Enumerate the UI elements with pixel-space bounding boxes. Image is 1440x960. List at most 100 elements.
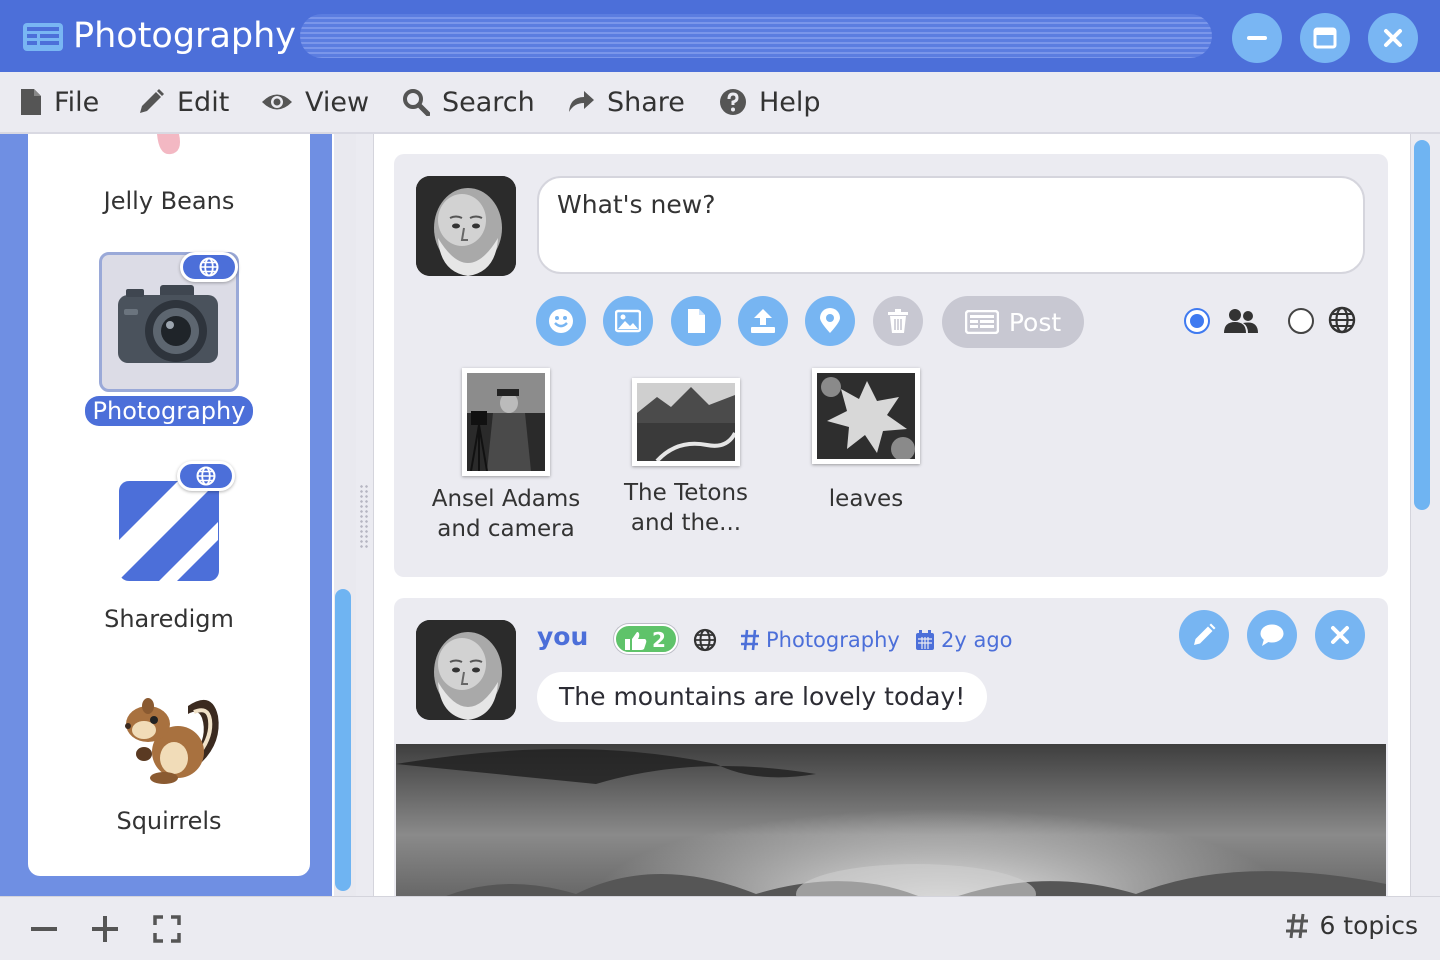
menu-search-label: Search <box>442 86 535 118</box>
app-icon <box>22 22 64 52</box>
like-badge[interactable]: 2 <box>614 624 678 654</box>
sharedigm-logo-icon <box>119 481 219 581</box>
menu-bar: File Edit View Search Share Help <box>0 72 1440 134</box>
post-time: 2y ago <box>941 628 1013 652</box>
topic-item-jelly-beans[interactable]: Jelly Beans <box>28 134 310 216</box>
menu-file[interactable]: File <box>20 72 99 132</box>
topic-item-squirrels[interactable]: Squirrels <box>28 686 310 836</box>
maximize-button[interactable] <box>1300 13 1350 63</box>
compose-input[interactable]: What's new? <box>537 176 1365 274</box>
public-badge <box>180 252 238 282</box>
attachment-label: leaves <box>828 486 904 512</box>
post-date: 2y ago <box>915 628 1013 652</box>
location-button[interactable] <box>805 296 855 346</box>
attachment-item[interactable]: The Tetons and the... <box>601 368 771 538</box>
upload-button[interactable] <box>738 296 788 346</box>
title-bar: Photography <box>0 0 1440 72</box>
avatar[interactable] <box>416 176 516 276</box>
post-card: you 2 Photography 2y ago The mountains a… <box>394 598 1388 896</box>
menu-share-label: Share <box>607 86 685 118</box>
topic-label: Sharedigm <box>104 605 234 633</box>
topic-item-sharedigm[interactable]: Sharedigm <box>28 461 310 634</box>
feed-scroll-thumb[interactable] <box>1414 140 1430 510</box>
attachment-item[interactable]: Ansel Adams and camera <box>421 368 591 544</box>
fullscreen-button[interactable] <box>151 913 183 945</box>
trash-icon <box>888 309 908 333</box>
zoom-out-button[interactable] <box>28 913 60 945</box>
minimize-button[interactable] <box>1232 13 1282 63</box>
delete-icon <box>1331 626 1349 644</box>
chipmunk-icon <box>125 698 219 784</box>
emoji-icon <box>549 309 573 333</box>
menu-edit[interactable]: Edit <box>137 72 229 132</box>
image-icon <box>615 309 641 333</box>
menu-view-label: View <box>305 86 370 118</box>
topic-list: Jelly Beans Photography Sharedigm Squirr… <box>28 134 310 876</box>
topic-icon-frame <box>99 461 239 592</box>
delete-post-button[interactable] <box>1315 610 1365 660</box>
calendar-icon <box>916 630 934 650</box>
sidebar-scrollbar[interactable] <box>334 134 356 896</box>
feed-scrollbar[interactable] <box>1410 134 1440 896</box>
feed: What's new? Post Ansel Adams and camera … <box>375 134 1410 896</box>
user-photo <box>416 176 516 276</box>
compose-placeholder: What's new? <box>557 190 716 219</box>
file-icon <box>688 309 705 333</box>
emoji-button[interactable] <box>536 296 586 346</box>
menu-view[interactable]: View <box>261 72 369 132</box>
audience-public-radio[interactable] <box>1288 308 1314 334</box>
camera-icon <box>118 285 218 363</box>
comment-button[interactable] <box>1247 610 1297 660</box>
topic-count-label: 6 topics <box>1319 911 1418 940</box>
topic-icon-frame <box>99 252 239 392</box>
attachment-item[interactable]: leaves <box>781 368 951 514</box>
edit-post-button[interactable] <box>1179 610 1229 660</box>
window-icon <box>1313 27 1337 49</box>
post-button[interactable]: Post <box>942 296 1084 348</box>
panel-splitter[interactable] <box>356 134 374 896</box>
post-topic-label: Photography <box>766 628 900 652</box>
user-photo <box>416 620 516 720</box>
add-image-button[interactable] <box>603 296 653 346</box>
post-topic[interactable]: Photography <box>740 628 900 652</box>
audience-friends-radio[interactable] <box>1184 308 1210 334</box>
clear-button[interactable] <box>873 296 923 346</box>
post-button-label: Post <box>1008 307 1062 337</box>
topic-label: Squirrels <box>116 807 222 835</box>
topic-item-photography[interactable]: Photography <box>28 252 310 426</box>
close-icon <box>1384 29 1402 47</box>
photo-thumbnail <box>637 383 737 463</box>
share-icon <box>569 91 594 112</box>
globe-icon <box>1328 306 1356 334</box>
like-count: 2 <box>652 628 666 652</box>
plus-icon <box>92 916 118 942</box>
thumbs-up-icon <box>625 632 647 650</box>
topic-label: Photography <box>84 396 254 426</box>
post-author[interactable]: you <box>537 622 588 651</box>
sidebar-scroll-thumb[interactable] <box>335 589 351 891</box>
menu-share[interactable]: Share <box>567 72 685 132</box>
avatar[interactable] <box>416 620 516 720</box>
globe-icon <box>196 466 216 486</box>
menu-help[interactable]: Help <box>719 72 821 132</box>
menu-file-label: File <box>54 86 100 118</box>
menu-search[interactable]: Search <box>402 72 535 132</box>
title-drag-handle[interactable] <box>300 14 1212 58</box>
minus-icon <box>31 927 57 931</box>
hashtag-icon <box>741 629 759 651</box>
menu-help-label: Help <box>759 86 821 118</box>
upload-icon <box>751 309 775 333</box>
post-image[interactable] <box>396 744 1386 896</box>
close-button[interactable] <box>1368 13 1418 63</box>
attachment-label: The Tetons and the... <box>623 480 749 536</box>
zoom-in-button[interactable] <box>89 913 121 945</box>
post-icon <box>964 310 999 334</box>
expand-icon <box>153 915 181 943</box>
photo-thumbnail <box>817 373 915 461</box>
globe-icon <box>199 257 219 277</box>
minus-icon <box>1247 36 1267 40</box>
attach-file-button[interactable] <box>671 296 721 346</box>
attachment-thumbnail <box>462 368 550 476</box>
hashtag-icon <box>1286 913 1309 938</box>
friends-icon <box>1224 309 1258 333</box>
